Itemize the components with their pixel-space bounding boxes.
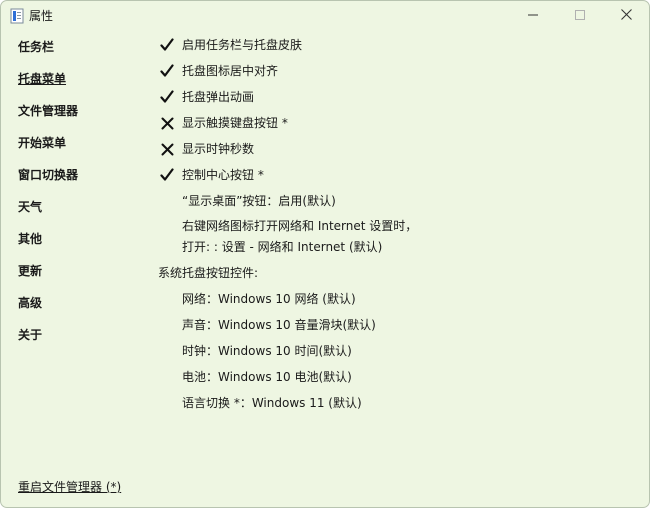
tray-controls-heading: 系统托盘按钮控件: xyxy=(158,266,259,280)
maximize-icon xyxy=(575,9,585,23)
option-center-tray-icons[interactable]: 托盘图标居中对齐 xyxy=(158,62,278,80)
check-icon xyxy=(158,88,176,106)
properties-window: 属性 任务栏 托盘菜单 文件管理器 开始菜单 窗口切换器 天气 其他 更新 高级… xyxy=(0,0,650,508)
sidebar-item-file-manager[interactable]: 文件管理器 xyxy=(18,103,78,119)
option-label: 托盘图标居中对齐 xyxy=(182,64,279,78)
show-desktop-setting[interactable]: “显示桌面”按钮：启用(默认) xyxy=(182,193,336,209)
maximize-button[interactable] xyxy=(557,1,603,31)
option-clock-seconds[interactable]: 显示时钟秒数 xyxy=(158,140,254,158)
option-control-center-button[interactable]: 控制中心按钮 * xyxy=(158,166,264,184)
sidebar-item-update[interactable]: 更新 xyxy=(18,263,42,279)
option-label: 显示触摸键盘按钮 * xyxy=(182,116,288,130)
restart-file-manager-link[interactable]: 重启文件管理器 (*) xyxy=(18,479,121,495)
close-button[interactable] xyxy=(603,1,649,31)
option-label: 控制中心按钮 * xyxy=(182,168,264,182)
tray-control-sound[interactable]: 声音：Windows 10 音量滑块(默认) xyxy=(182,317,376,333)
close-icon xyxy=(620,9,632,23)
sidebar-item-about[interactable]: 关于 xyxy=(18,327,42,343)
minimize-button[interactable] xyxy=(510,1,556,31)
tray-control-clock[interactable]: 时钟：Windows 10 时间(默认) xyxy=(182,343,352,359)
sidebar-item-advanced[interactable]: 高级 xyxy=(18,295,42,311)
window-title: 属性 xyxy=(29,9,54,23)
network-right-click-setting[interactable]: 打开: : 设置 - 网络和 Internet (默认) xyxy=(182,239,382,255)
cross-icon xyxy=(158,114,176,132)
option-label: 显示时钟秒数 xyxy=(182,142,255,156)
option-touch-keyboard-button[interactable]: 显示触摸键盘按钮 * xyxy=(158,114,288,132)
check-icon xyxy=(158,166,176,184)
sidebar-item-weather[interactable]: 天气 xyxy=(18,199,42,215)
tray-control-network[interactable]: 网络：Windows 10 网络 (默认) xyxy=(182,291,356,307)
check-icon xyxy=(158,36,176,54)
option-tray-popup-animation[interactable]: 托盘弹出动画 xyxy=(158,88,254,106)
sidebar-item-other[interactable]: 其他 xyxy=(18,231,42,247)
sidebar-item-tray-menu[interactable]: 托盘菜单 xyxy=(18,71,66,87)
sidebar-item-start-menu[interactable]: 开始菜单 xyxy=(18,135,66,151)
tray-control-language[interactable]: 语言切换 *：Windows 11 (默认) xyxy=(182,395,362,411)
option-taskbar-tray-skin[interactable]: 启用任务栏与托盘皮肤 xyxy=(158,36,302,54)
option-label: 托盘弹出动画 xyxy=(182,90,255,104)
tray-control-battery[interactable]: 电池：Windows 10 电池(默认) xyxy=(182,369,352,385)
title-bar[interactable]: 属性 xyxy=(1,1,649,31)
sidebar-item-window-switcher[interactable]: 窗口切换器 xyxy=(18,167,78,183)
minimize-icon xyxy=(528,9,538,23)
check-icon xyxy=(158,62,176,80)
cross-icon xyxy=(158,140,176,158)
app-icon xyxy=(10,8,24,24)
network-right-click-description: 右键网络图标打开网络和 Internet 设置时， xyxy=(182,219,418,233)
option-label: 启用任务栏与托盘皮肤 xyxy=(182,38,303,52)
sidebar-item-taskbar[interactable]: 任务栏 xyxy=(18,39,54,55)
